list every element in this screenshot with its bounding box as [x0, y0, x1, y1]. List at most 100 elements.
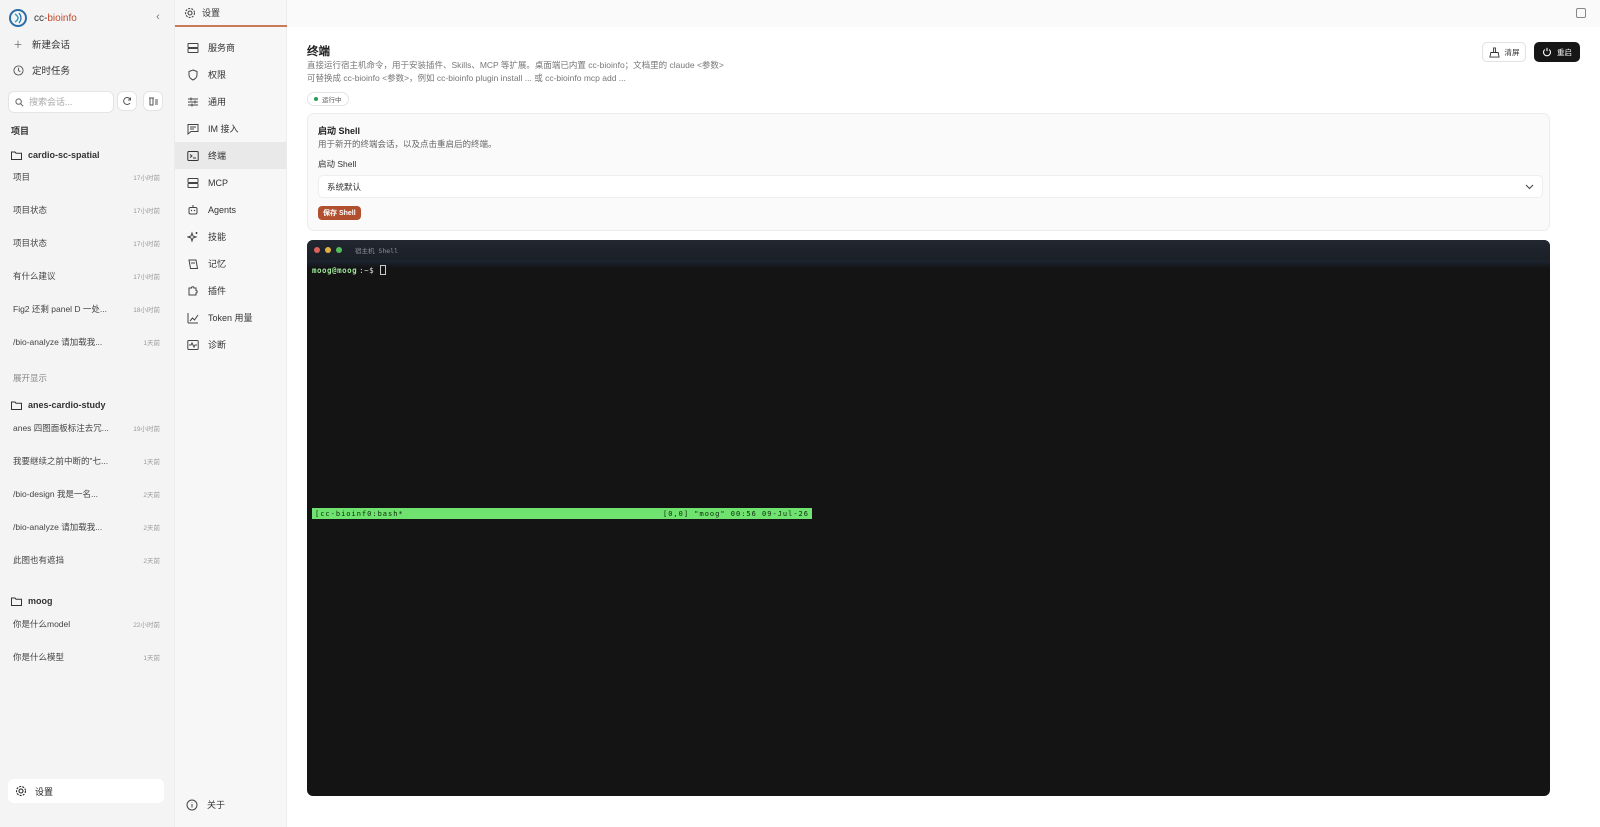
maximize-dot-icon	[336, 247, 342, 253]
scheduled-tasks-button[interactable]: 定时任务	[12, 61, 162, 79]
conversation-title: Fig2 还剩 panel D 一处...	[13, 304, 108, 314]
terminal-title: 宿主机 Shell	[355, 247, 398, 255]
settings-nav-memory[interactable]: 记忆	[175, 250, 287, 277]
terminal-icon	[186, 149, 199, 162]
refresh-icon	[123, 96, 131, 105]
conversation-title: /bio-analyze 请加载我...	[13, 337, 103, 347]
conversation-title: 项目	[13, 172, 31, 182]
folder-icon	[11, 597, 22, 606]
settings-nav-mcp[interactable]: MCP	[175, 169, 287, 196]
conversation-time: 2天前	[143, 492, 160, 499]
conversation-time: 17小时前	[133, 274, 160, 281]
conversation-item[interactable]: 项目状态 17小时前	[13, 237, 160, 249]
sliders-icon	[186, 95, 199, 108]
settings-nav-skills[interactable]: 技能	[175, 223, 287, 250]
conversation-item[interactable]: 此图也有遮挡 2天前	[13, 554, 160, 566]
close-dot-icon	[314, 247, 320, 253]
conversation-item[interactable]: 项目 17小时前	[13, 171, 160, 183]
settings-nav-token-usage[interactable]: Token 用量	[175, 304, 287, 331]
conversation-item[interactable]: /bio-analyze 请加载我... 1天前	[13, 336, 160, 348]
memory-icon	[186, 257, 199, 270]
conversation-time: 1天前	[143, 340, 160, 347]
conversation-title: 你是什么model	[13, 619, 71, 629]
conversation-item[interactable]: /bio-analyze 请加载我... 2天前	[13, 521, 160, 533]
page-description: 直接运行宿主机命令，用于安装插件、Skills、MCP 等扩展。桌面端已内置 c…	[307, 60, 724, 83]
info-icon	[186, 799, 198, 810]
refresh-button[interactable]	[117, 91, 137, 111]
status-badge: 运行中	[307, 92, 349, 106]
conversation-item[interactable]: /bio-design 我是一名... 2天前	[13, 488, 160, 500]
settings-nav-diagnostics[interactable]: 诊断	[175, 331, 287, 358]
conversation-title: anes 四图面板标注去冗...	[13, 423, 109, 433]
settings-nav-permissions[interactable]: 权限	[175, 61, 287, 88]
save-shell-button[interactable]: 保存 Shell	[318, 206, 361, 220]
main-panel: 终端 直接运行宿主机命令，用于安装插件、Skills、MCP 等扩展。桌面端已内…	[287, 0, 1600, 827]
conversation-time: 17小时前	[133, 208, 160, 215]
top-bar	[287, 0, 1600, 27]
conversation-item[interactable]: 你是什么model 22小时前	[13, 618, 160, 630]
search-input[interactable]	[29, 97, 109, 107]
conversation-item[interactable]: 你是什么模型 1天前	[13, 651, 160, 663]
puzzle-icon	[186, 284, 199, 297]
search-icon	[15, 97, 24, 106]
bulk-delete-button[interactable]	[143, 91, 163, 111]
trash-list-icon	[148, 97, 158, 106]
conversation-title: 项目状态	[13, 238, 48, 248]
terminal-prompt: moog@moog:~$	[312, 265, 387, 275]
settings-nav: 设置 服务商 权限 通用 IM 接入 终端 MCP Agents 技能 记忆 插…	[175, 0, 287, 827]
project-folder[interactable]: cardio-sc-spatial	[11, 150, 100, 160]
clear-screen-button[interactable]: 清屏	[1482, 42, 1526, 62]
settings-button[interactable]: 设置	[8, 779, 164, 803]
folder-icon	[11, 401, 22, 410]
brand-logo-icon	[9, 9, 27, 27]
about-button[interactable]: 关于	[186, 798, 225, 811]
conversation-time: 2天前	[143, 525, 160, 532]
new-chat-button[interactable]: ＋ 新建会话	[12, 35, 162, 53]
project-folder[interactable]: anes-cardio-study	[11, 400, 106, 410]
robot-icon	[186, 203, 199, 216]
plus-icon: ＋	[13, 40, 23, 51]
conversation-item[interactable]: Fig2 还剩 panel D 一处... 18小时前	[13, 303, 160, 315]
project-folder[interactable]: moog	[11, 596, 53, 606]
shell-select-value: 系统默认	[327, 181, 362, 192]
settings-header: 设置	[175, 0, 287, 27]
gear-icon	[15, 785, 27, 797]
brand: cc-bioinfo	[8, 8, 77, 28]
chart-icon	[186, 311, 199, 324]
settings-nav-agents[interactable]: Agents	[175, 196, 287, 223]
collapse-sidebar-icon[interactable]: ‹	[152, 11, 164, 23]
server-icon	[186, 176, 199, 189]
conversation-item[interactable]: 有什么建议 17小时前	[13, 270, 160, 282]
conversation-time: 17小时前	[133, 241, 160, 248]
settings-nav-terminal[interactable]: 终端	[175, 142, 287, 169]
page-title: 终端	[307, 46, 330, 58]
settings-nav-plugins[interactable]: 插件	[175, 277, 287, 304]
conversation-item[interactable]: 项目状态 17小时前	[13, 204, 160, 216]
power-icon	[1542, 47, 1552, 57]
settings-nav-im[interactable]: IM 接入	[175, 115, 287, 142]
shell-field-label: 启动 Shell	[318, 159, 357, 169]
brand-name: cc-bioinfo	[34, 12, 77, 24]
tmux-status-bar: [cc-bioinf0:bash* [0,0] "moog" 00:56 09-…	[312, 508, 812, 519]
server-icon	[186, 41, 199, 54]
conversation-item[interactable]: anes 四图面板标注去冗... 19小时前	[13, 422, 160, 434]
conversation-title: /bio-design 我是一名...	[13, 489, 99, 499]
projects-title: 项目	[11, 126, 30, 136]
restart-button[interactable]: 重启	[1534, 42, 1580, 62]
window-toggle-icon[interactable]	[1576, 8, 1586, 18]
shell-card-description: 用于新开的终端会话，以及点击重启后的终端。	[318, 139, 497, 149]
conversation-item[interactable]: 我要继续之前中断的"七... 1天前	[13, 455, 160, 467]
terminal[interactable]: 宿主机 Shell moog@moog:~$ [cc-bioinf0:bash*…	[307, 240, 1550, 796]
shell-settings-card: 启动 Shell 用于新开的终端会话，以及点击重启后的终端。 启动 Shell …	[307, 113, 1550, 231]
status-dot-icon	[314, 97, 318, 101]
chevron-down-icon	[1525, 184, 1534, 189]
search-box	[8, 91, 114, 113]
shell-select[interactable]: 系统默认	[318, 175, 1543, 198]
settings-nav-providers[interactable]: 服务商	[175, 34, 287, 61]
conversation-title: 项目状态	[13, 205, 48, 215]
expand-more-link[interactable]: 展开显示	[13, 372, 47, 384]
conversation-time: 18小时前	[133, 307, 160, 314]
settings-nav-general[interactable]: 通用	[175, 88, 287, 115]
shell-card-heading: 启动 Shell	[318, 126, 361, 136]
conversation-time: 22小时前	[133, 622, 160, 629]
